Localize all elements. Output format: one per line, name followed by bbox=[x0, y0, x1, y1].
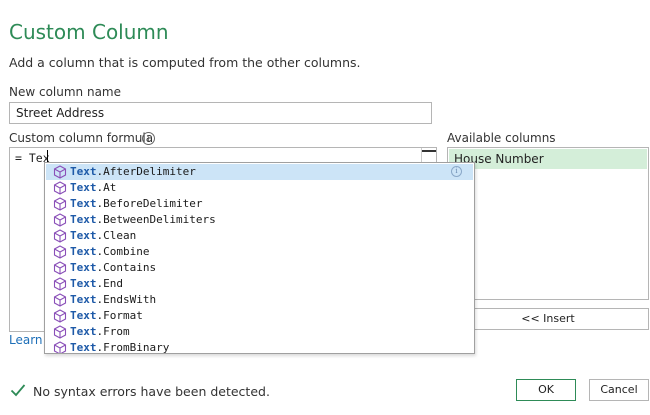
autocomplete-item[interactable]: Text.AfterDelimiter bbox=[46, 164, 473, 180]
autocomplete-item-label: Text.From bbox=[70, 325, 130, 338]
cube-icon bbox=[53, 197, 67, 211]
autocomplete-item[interactable]: Text.Clean bbox=[46, 228, 473, 244]
autocomplete-item-label: Text.End bbox=[70, 277, 123, 290]
dialog-subtitle: Add a column that is computed from the o… bbox=[9, 55, 361, 70]
autocomplete-item[interactable]: Text.Combine bbox=[46, 244, 473, 260]
autocomplete-item[interactable]: Text.BeforeDelimiter bbox=[46, 196, 473, 212]
cube-icon bbox=[53, 309, 67, 323]
autocomplete-item-label: Text.Clean bbox=[70, 229, 137, 242]
cube-icon bbox=[53, 277, 67, 291]
info-icon[interactable]: i bbox=[142, 132, 155, 145]
autocomplete-item[interactable]: Text.From bbox=[46, 324, 473, 340]
autocomplete-item-label: Text.Format bbox=[70, 309, 143, 322]
new-column-name-input[interactable] bbox=[9, 102, 432, 124]
autocomplete-item-label: Text.At bbox=[70, 181, 117, 194]
cube-icon bbox=[53, 245, 67, 259]
autocomplete-item[interactable]: Text.FromBinary bbox=[46, 340, 473, 354]
insert-button[interactable]: << Insert bbox=[447, 308, 649, 330]
cube-icon bbox=[53, 341, 67, 353]
autocomplete-item-label: Text.BeforeDelimiter bbox=[70, 197, 203, 210]
autocomplete-item[interactable]: Text.EndsWith bbox=[46, 292, 473, 308]
suggestion-info-icon[interactable]: i bbox=[451, 166, 462, 177]
available-columns-label: Available columns bbox=[447, 131, 556, 145]
autocomplete-item-label: Text.AfterDelimiter bbox=[70, 165, 196, 178]
autocomplete-item[interactable]: Text.BetweenDelimiters bbox=[46, 212, 473, 228]
cube-icon bbox=[53, 261, 67, 275]
cube-icon bbox=[53, 229, 67, 243]
cube-icon bbox=[53, 293, 67, 307]
dialog-title: Custom Column bbox=[9, 20, 169, 44]
autocomplete-item[interactable]: Text.Contains bbox=[46, 260, 473, 276]
cube-icon bbox=[53, 325, 67, 339]
cube-icon bbox=[53, 181, 67, 195]
available-columns-list[interactable]: House Number et bbox=[447, 147, 649, 300]
autocomplete-item-label: Text.BetweenDelimiters bbox=[70, 213, 216, 226]
new-column-name-label: New column name bbox=[9, 85, 122, 99]
autocomplete-item[interactable]: Text.End bbox=[46, 276, 473, 292]
cancel-button[interactable]: Cancel bbox=[589, 379, 649, 401]
syntax-status: No syntax errors have been detected. bbox=[33, 384, 270, 399]
autocomplete-item-label: Text.EndsWith bbox=[70, 293, 157, 306]
available-column-item[interactable]: House Number bbox=[449, 149, 647, 169]
autocomplete-list[interactable]: Text.AfterDelimiter Text.At Text.BeforeDel… bbox=[44, 162, 475, 354]
formula-label: Custom column formula bbox=[9, 131, 154, 145]
autocomplete-item-label: Text.Contains bbox=[70, 261, 157, 274]
cube-icon bbox=[53, 165, 67, 179]
autocomplete-item[interactable]: Text.Format bbox=[46, 308, 473, 324]
autocomplete-item-label: Text.FromBinary bbox=[70, 341, 170, 354]
ok-button[interactable]: OK bbox=[516, 379, 576, 401]
available-column-item[interactable]: et bbox=[449, 169, 647, 189]
checkmark-icon bbox=[10, 384, 26, 397]
cube-icon bbox=[53, 213, 67, 227]
autocomplete-item[interactable]: Text.At bbox=[46, 180, 473, 196]
autocomplete-item-label: Text.Combine bbox=[70, 245, 150, 258]
